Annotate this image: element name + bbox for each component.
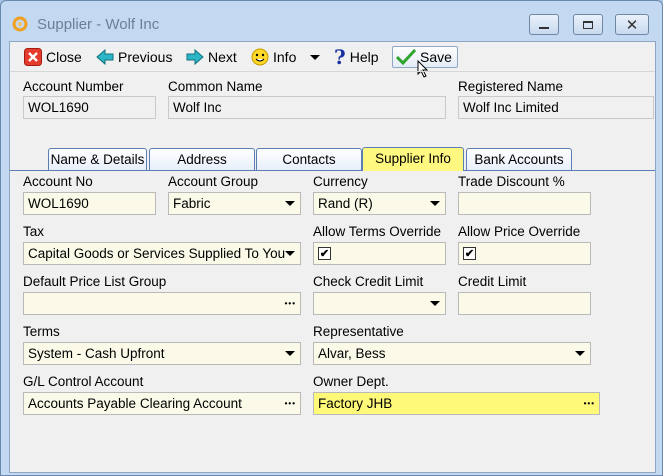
tax-value: Capital Goods or Services Supplied To Yo… [28,246,286,261]
account-no-value: WOL1690 [28,196,89,211]
help-question-icon: ? [334,45,346,69]
representative-label: Representative [313,324,404,339]
allow-price-override-checkbox[interactable]: ✔ [463,247,476,260]
allow-terms-override-field: ✔ [313,242,446,265]
tab-name-details[interactable]: Name & Details [48,148,147,171]
ellipsis-icon[interactable]: ••• [584,399,595,408]
registered-name-field: Wolf Inc Limited [458,96,654,119]
terms-select[interactable]: System - Cash Upfront [23,342,301,365]
account-no-label: Account No [23,174,93,189]
owner-dept-label: Owner Dept. [313,374,389,389]
account-number-value: WOL1690 [28,100,89,115]
currency-select[interactable]: Rand (R) [313,192,446,215]
ellipsis-icon[interactable]: ••• [285,399,296,408]
title-bar[interactable]: Supplier - Wolf Inc ✕ [1,1,662,41]
close-label: Close [46,49,82,65]
toolbar-divider [10,71,655,72]
account-no-input[interactable]: WOL1690 [23,192,156,215]
tab-supplier-info[interactable]: Supplier Info [362,147,464,171]
trade-discount-input[interactable] [458,192,591,215]
chevron-down-icon [285,351,295,356]
account-number-field: WOL1690 [23,96,156,119]
account-group-value: Fabric [173,196,211,211]
default-price-list-group-input[interactable]: ••• [23,292,301,315]
info-button[interactable]: Info [251,46,321,68]
account-number-label: Account Number [23,79,124,94]
tab-bank-accounts[interactable]: Bank Accounts [466,148,572,171]
terms-value: System - Cash Upfront [28,346,165,361]
close-window-button[interactable]: ✕ [615,14,649,35]
form-content: Close Previous Next Info ? Help Save Acc… [9,41,656,473]
tab-name-details-label: Name & Details [50,152,145,167]
allow-price-override-field: ✔ [458,242,591,265]
trade-discount-label: Trade Discount % [458,174,565,189]
ellipsis-icon[interactable]: ••• [285,299,296,308]
mouse-cursor-icon [417,60,429,78]
toolbar: Close Previous Next Info ? Help Save [10,42,655,78]
currency-label: Currency [313,174,368,189]
tab-strip-line [10,170,655,171]
next-button[interactable]: Next [186,46,237,68]
help-label: Help [349,49,379,65]
window-title: Supplier - Wolf Inc [37,16,160,33]
tab-supplier-info-label: Supplier Info [375,151,451,166]
credit-limit-label: Credit Limit [458,274,527,289]
close-icon [24,48,42,66]
arrow-right-icon [186,48,204,66]
info-label: Info [273,49,297,65]
minimize-button[interactable] [529,14,559,35]
checkmark-icon [396,49,416,65]
tax-select[interactable]: Capital Goods or Services Supplied To Yo… [23,242,301,265]
help-button[interactable]: ? Help [334,45,379,69]
next-label: Next [208,49,237,65]
allow-terms-override-label: Allow Terms Override [313,224,442,239]
gl-control-account-value: Accounts Payable Clearing Account [28,396,242,411]
representative-value: Alvar, Bess [318,346,386,361]
previous-button[interactable]: Previous [96,46,172,68]
owner-dept-value: Factory JHB [318,396,393,411]
allow-terms-override-checkbox[interactable]: ✔ [318,247,331,260]
common-name-field: Wolf Inc [168,96,446,119]
common-name-value: Wolf Inc [173,100,222,115]
tab-contacts-label: Contacts [282,152,336,167]
app-logo-icon [12,16,28,32]
terms-label: Terms [23,324,60,339]
previous-label: Previous [118,49,173,65]
default-price-list-group-label: Default Price List Group [23,274,167,289]
close-x-icon: ✕ [625,16,639,34]
registered-name-value: Wolf Inc Limited [463,100,559,115]
credit-limit-input[interactable] [458,292,591,315]
gl-control-account-input[interactable]: Accounts Payable Clearing Account ••• [23,392,301,415]
account-group-label: Account Group [168,174,259,189]
smiley-icon [251,48,269,66]
info-dropdown-icon[interactable] [310,54,321,60]
chevron-down-icon [575,351,585,356]
chevron-down-icon [285,251,295,256]
currency-value: Rand (R) [318,196,373,211]
owner-dept-input[interactable]: Factory JHB ••• [313,392,600,415]
maximize-button[interactable] [573,14,603,35]
chevron-down-icon [430,301,440,306]
tax-label: Tax [23,224,45,239]
tab-address[interactable]: Address [149,148,255,171]
maximize-icon [583,20,593,29]
check-credit-limit-select[interactable] [313,292,446,315]
chevron-down-icon [285,201,295,206]
minimize-icon [539,26,549,29]
gl-control-account-label: G/L Control Account [23,374,144,389]
tab-contacts[interactable]: Contacts [256,148,362,171]
arrow-left-icon [96,48,114,66]
common-name-label: Common Name [168,79,263,94]
check-credit-limit-label: Check Credit Limit [313,274,424,289]
representative-select[interactable]: Alvar, Bess [313,342,591,365]
supplier-window: Supplier - Wolf Inc ✕ Close Previous Nex… [0,0,663,476]
allow-price-override-label: Allow Price Override [458,224,581,239]
account-group-select[interactable]: Fabric [168,192,301,215]
chevron-down-icon [430,201,440,206]
tab-address-label: Address [177,152,227,167]
close-button[interactable]: Close [24,46,82,68]
tab-bank-accounts-label: Bank Accounts [474,152,564,167]
registered-name-label: Registered Name [458,79,564,94]
